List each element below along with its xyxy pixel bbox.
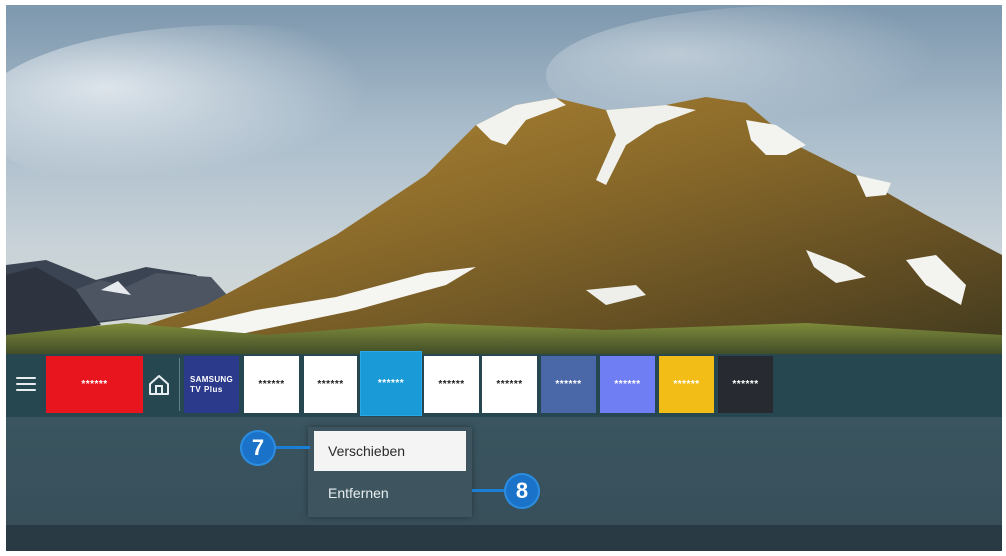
- app-tile[interactable]: ******: [600, 356, 655, 413]
- callout-badge-7: 7: [240, 430, 276, 466]
- app-tile[interactable]: ******: [482, 356, 537, 413]
- home-button[interactable]: [146, 372, 172, 398]
- app-tile[interactable]: ******: [424, 356, 479, 413]
- app-tile-label: ******: [317, 379, 344, 390]
- app-tile-label: ******: [438, 379, 465, 390]
- app-tile-label: ******: [81, 379, 108, 390]
- callout-badge-8: 8: [504, 473, 540, 509]
- app-tile-label: ******: [496, 379, 523, 390]
- home-icon: [149, 375, 169, 395]
- option-move[interactable]: Verschieben: [314, 431, 466, 471]
- callout-line-8: [472, 489, 506, 492]
- tv-screen: ****** SAMSUNG TV Plus ****** ****** ***…: [6, 5, 1002, 551]
- hamburger-icon-line: [16, 383, 36, 385]
- hamburger-icon-line: [16, 377, 36, 379]
- callout-line-7: [276, 446, 310, 449]
- menu-button[interactable]: [16, 373, 36, 395]
- app-tile-label: ******: [614, 379, 641, 390]
- option-remove[interactable]: Entfernen: [314, 473, 466, 513]
- app-bar: ****** SAMSUNG TV Plus ****** ****** ***…: [6, 352, 1002, 417]
- app-tile-focused[interactable]: ******: [361, 352, 421, 415]
- app-tile[interactable]: ******: [659, 356, 714, 413]
- lower-panel: [6, 417, 1002, 525]
- samsung-tv-plus-logo: SAMSUNG TV Plus: [190, 374, 233, 394]
- hamburger-icon-line: [16, 389, 36, 391]
- app-tile-label: ******: [673, 379, 700, 390]
- options-menu: Verschieben Entfernen: [308, 427, 472, 517]
- app-tile-label: ******: [732, 379, 759, 390]
- app-tile-label: ******: [377, 378, 405, 389]
- app-tile[interactable]: ******: [541, 356, 596, 413]
- app-tile-label: ******: [258, 379, 285, 390]
- divider: [179, 358, 180, 411]
- bottom-strip: [6, 525, 1002, 551]
- app-tile[interactable]: ******: [244, 356, 299, 413]
- app-tile[interactable]: ******: [46, 356, 143, 413]
- app-tile[interactable]: ******: [718, 356, 773, 413]
- app-tile-label: ******: [555, 379, 582, 390]
- app-tile[interactable]: ******: [304, 356, 357, 413]
- app-tile-samsung-tv-plus[interactable]: SAMSUNG TV Plus: [184, 356, 239, 413]
- background-landscape-image: [6, 5, 1002, 355]
